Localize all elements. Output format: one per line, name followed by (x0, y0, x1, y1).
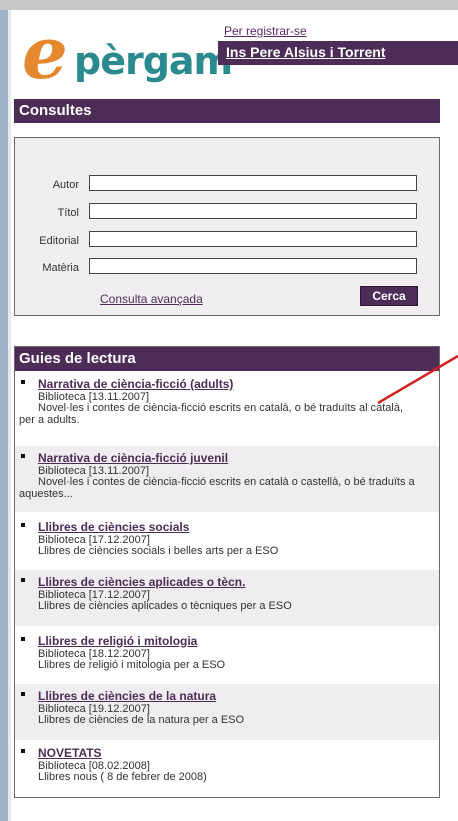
red-arrow-line-icon (377, 354, 458, 405)
annotation-line (377, 354, 458, 405)
